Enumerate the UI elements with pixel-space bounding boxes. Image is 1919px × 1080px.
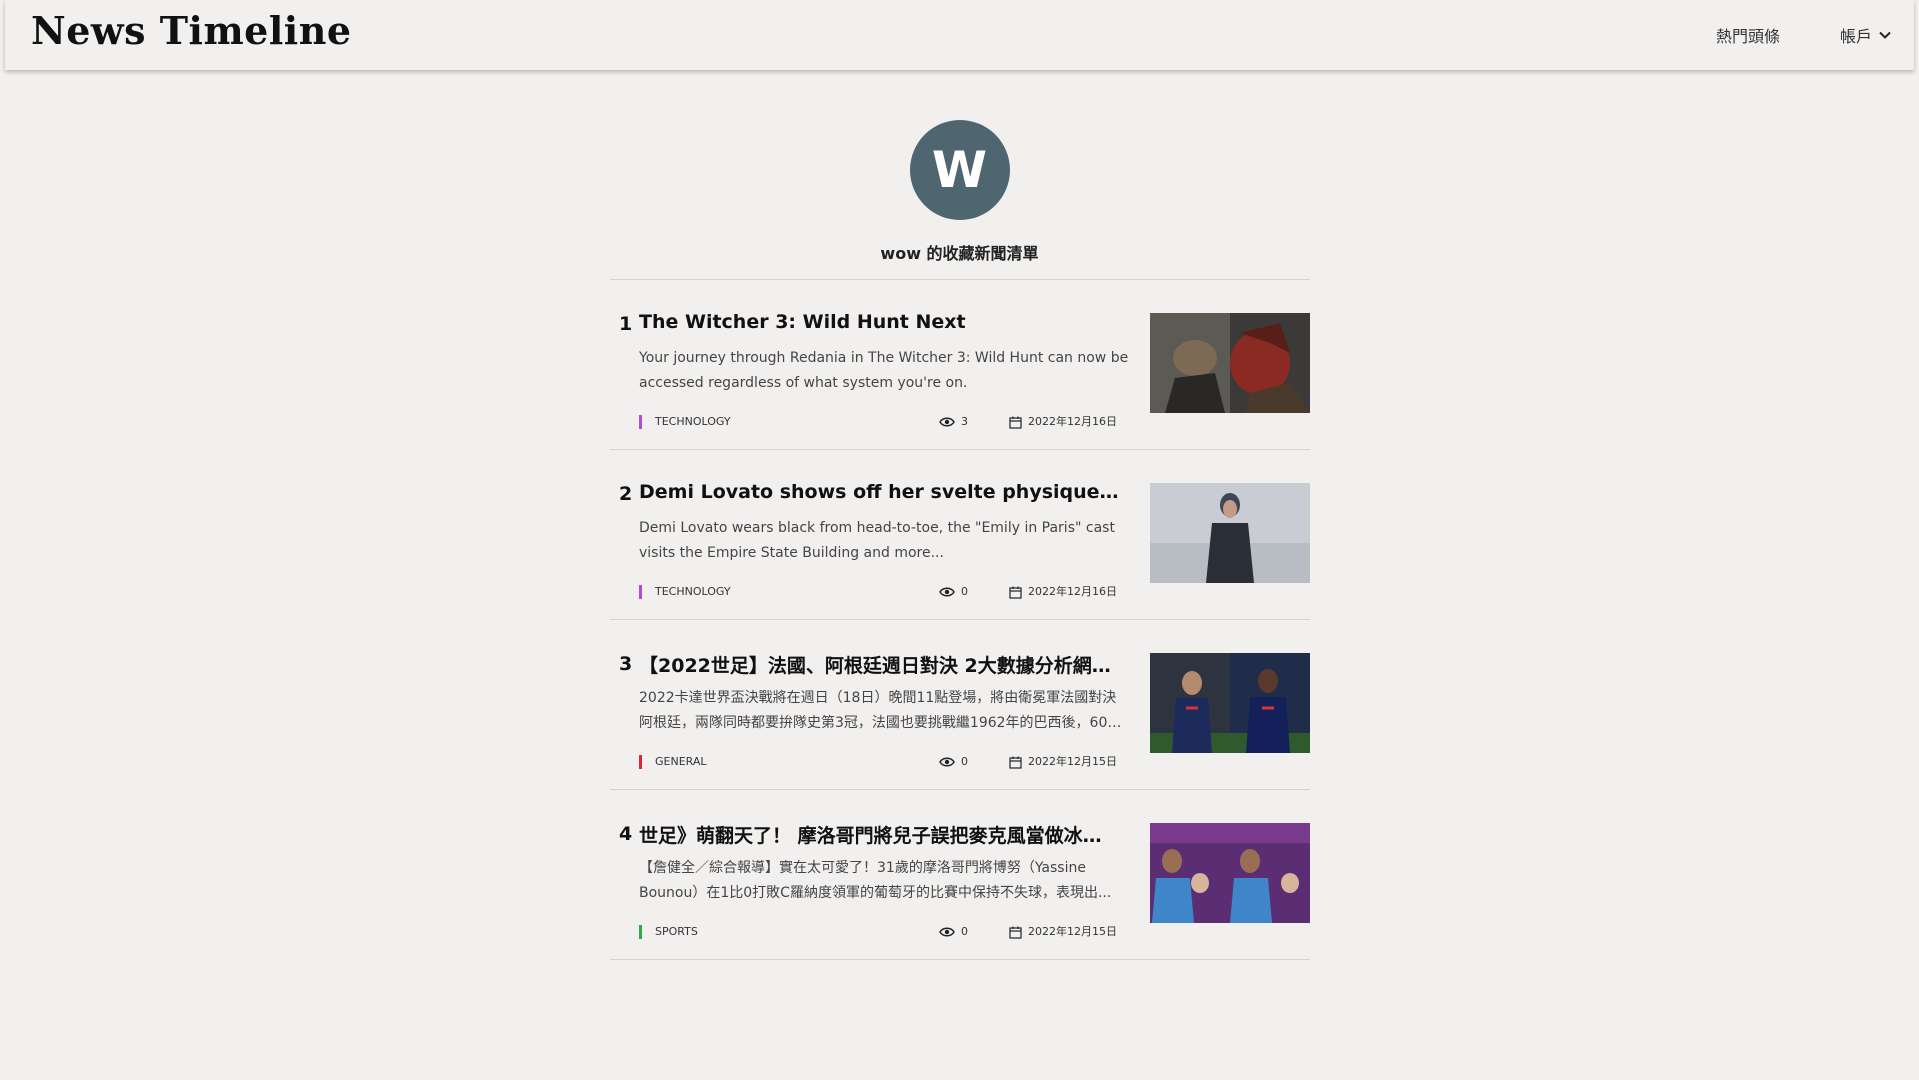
publish-date-value: 2022年12月16日 [1028,585,1117,598]
eye-icon [939,417,955,427]
item-title-link[interactable]: Demi Lovato shows off her svelte physiqu… [639,481,1119,503]
avatar: W [909,120,1010,220]
category-badge[interactable]: GENERAL [639,755,707,769]
list-item[interactable]: 2 Demi Lovato shows off her svelte physi… [610,450,1310,620]
article-thumbnail[interactable] [1150,653,1310,753]
eye-icon [939,587,955,597]
item-rank: 1 [619,313,633,335]
article-thumbnail[interactable] [1150,483,1310,583]
article-thumbnail[interactable] [1150,823,1310,923]
item-description: 【詹健全／綜合報導】實在太可愛了！31歲的摩洛哥門將博努（Yassine Bou… [639,860,1112,901]
view-count: 0 [939,925,968,939]
eye-icon [939,927,955,937]
calendar-icon [1009,926,1022,939]
item-rank: 4 [619,823,633,845]
item-meta: TECHNOLOGY 0 2022年12月16日 [639,585,1119,601]
view-count-value: 0 [961,585,968,598]
calendar-icon [1009,756,1022,769]
chevron-down-icon [1879,31,1891,39]
category-badge[interactable]: TECHNOLOGY [639,585,731,599]
thumbnail-image [1150,823,1310,923]
article-thumbnail[interactable] [1150,313,1310,413]
list-item[interactable]: 4 世足》萌翻天了！ 摩洛哥門將兒子誤把麥克風當做冰淇淋 【詹健全／綜合報導】實… [610,790,1310,960]
publish-date-value: 2022年12月16日 [1028,415,1117,428]
page-title: wow 的收藏新聞清單 [880,244,1039,263]
publish-date-value: 2022年12月15日 [1028,925,1117,938]
publish-date: 2022年12月16日 [1009,585,1117,599]
item-description: Your journey through Redania in The Witc… [639,350,1129,391]
account-menu[interactable]: 帳戶 [1840,23,1892,47]
list-item[interactable]: 3 【2022世足】法國、阿根廷週日對決 2大數據分析網都預... 2022卡達… [610,620,1310,790]
view-count-value: 3 [961,415,968,428]
category-badge[interactable]: TECHNOLOGY [639,415,731,429]
category-badge[interactable]: SPORTS [639,925,698,939]
view-count: 0 [939,585,968,599]
nav-headlines-link[interactable]: 熱門頭條 [1716,23,1780,47]
calendar-icon [1009,586,1022,599]
eye-icon [939,757,955,767]
item-meta: GENERAL 0 2022年12月15日 [639,755,1119,771]
calendar-icon [1009,416,1022,429]
item-rank: 2 [619,483,633,505]
view-count-value: 0 [961,755,968,768]
publish-date: 2022年12月15日 [1009,925,1117,939]
view-count: 3 [939,415,968,429]
publish-date: 2022年12月16日 [1009,415,1117,429]
view-count: 0 [939,755,968,769]
account-label: 帳戶 [1839,27,1872,46]
item-title-link[interactable]: 世足》萌翻天了！ 摩洛哥門將兒子誤把麥克風當做冰淇淋 [639,821,1119,848]
item-meta: SPORTS 0 2022年12月15日 [639,925,1119,941]
saved-news-list: 1 The Witcher 3: Wild Hunt Next Your jou… [610,279,1310,960]
thumbnail-image [1150,483,1310,583]
view-count-value: 0 [961,925,968,938]
nav-right: 熱門頭條 帳戶 [1716,0,1892,70]
item-title-link[interactable]: 【2022世足】法國、阿根廷週日對決 2大數據分析網都預... [639,651,1119,678]
publish-date-value: 2022年12月15日 [1028,755,1117,768]
thumbnail-image [1150,653,1310,753]
list-item[interactable]: 1 The Witcher 3: Wild Hunt Next Your jou… [610,280,1310,450]
item-title-link[interactable]: The Witcher 3: Wild Hunt Next [639,311,1119,333]
brand-logo[interactable]: News Timeline [31,8,352,53]
profile-header: W wow 的收藏新聞清單 [0,120,1919,264]
item-rank: 3 [619,653,633,675]
thumbnail-image [1150,313,1310,413]
publish-date: 2022年12月15日 [1009,755,1117,769]
item-description: 2022卡達世界盃決戰將在週日（18日）晚間11點登場，將由衛冕軍法國對決阿根廷… [639,690,1117,731]
item-description: Demi Lovato wears black from head-to-toe… [639,520,1115,561]
item-meta: TECHNOLOGY 3 2022年12月16日 [639,415,1119,431]
top-navbar: News Timeline 熱門頭條 帳戶 [5,0,1914,70]
